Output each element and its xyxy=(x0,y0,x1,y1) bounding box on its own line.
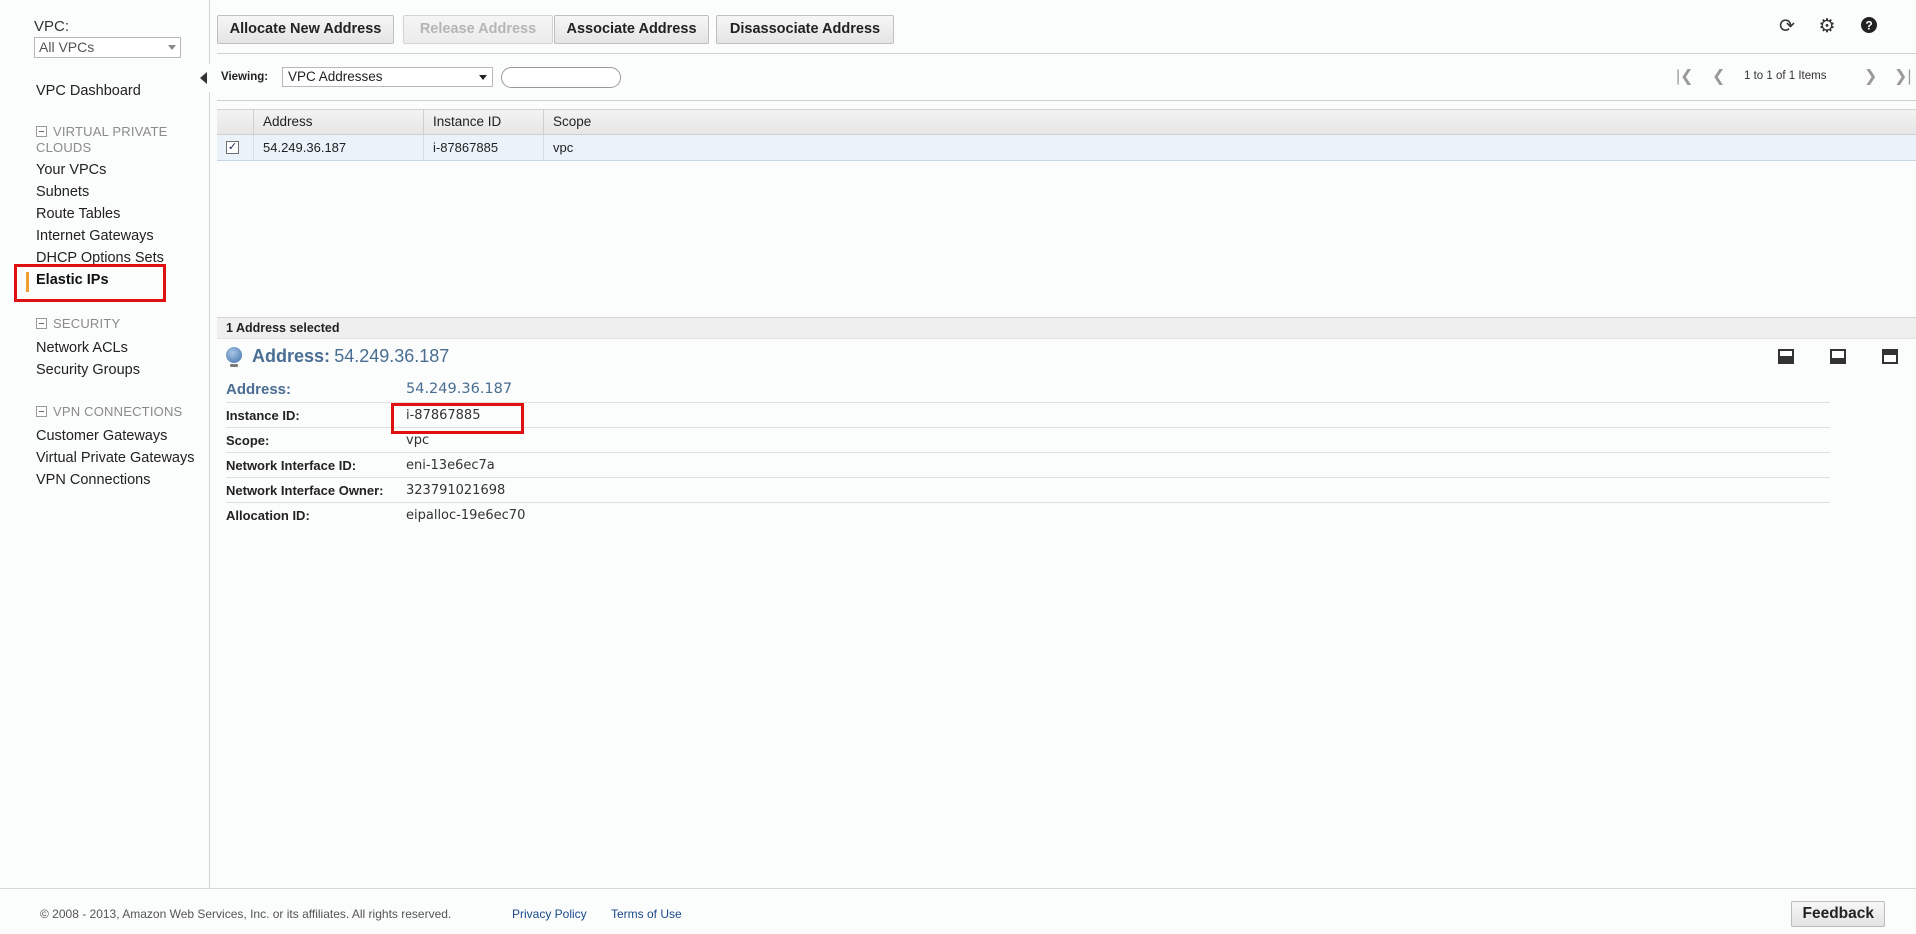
sidebar-item-route-tables[interactable]: Route Tables xyxy=(36,206,120,222)
sidebar: VPC: All VPCs VPC Dashboard VIRTUAL PRIV… xyxy=(0,0,210,888)
column-header-scope[interactable]: Scope xyxy=(543,110,1916,135)
release-address-button[interactable]: Release Address xyxy=(403,15,553,44)
detail-value: 323791021698 xyxy=(406,483,506,498)
associate-address-button[interactable]: Associate Address xyxy=(554,15,709,44)
last-page-icon[interactable]: ❯| xyxy=(1894,67,1912,87)
detail-label: Instance ID: xyxy=(226,408,300,423)
table-row[interactable]: ✓ 54.249.36.187 i-87867885 vpc xyxy=(217,135,1916,161)
first-page-icon[interactable]: |❮ xyxy=(1676,67,1694,87)
minus-box-icon[interactable] xyxy=(36,126,47,137)
prev-page-icon[interactable]: ❮ xyxy=(1712,67,1725,87)
refresh-icon[interactable]: ⟳ xyxy=(1776,16,1798,38)
copyright-text: © 2008 - 2013, Amazon Web Services, Inc.… xyxy=(40,907,452,921)
detail-title-label: Address: xyxy=(252,346,331,366)
detail-value: eipalloc-19e6ec70 xyxy=(406,508,526,523)
sidebar-item-vpn-connections[interactable]: VPN Connections xyxy=(36,472,150,488)
detail-label: Allocation ID: xyxy=(226,508,310,523)
sidebar-item-customer-gateways[interactable]: Customer Gateways xyxy=(36,428,167,444)
globe-icon xyxy=(226,347,242,367)
nav-group-security[interactable]: SECURITY xyxy=(36,316,120,332)
addresses-table: Address Instance ID Scope ✓ 54.249.36.18… xyxy=(217,109,1916,161)
detail-title-value: 54.249.36.187 xyxy=(334,346,450,366)
column-header-address[interactable]: Address xyxy=(253,110,423,135)
chevron-down-icon xyxy=(168,45,176,50)
pagination: |❮ ❮ 1 to 1 of 1 Items ❯ ❯| xyxy=(1676,67,1916,87)
viewing-label: Viewing: xyxy=(221,71,269,83)
terms-of-use-link[interactable]: Terms of Use xyxy=(611,907,682,921)
vpc-filter-value: All VPCs xyxy=(39,39,95,55)
pager-text: 1 to 1 of 1 Items xyxy=(1744,70,1827,82)
row-checkbox[interactable]: ✓ xyxy=(226,141,239,154)
selection-status[interactable]: 1 Address selected xyxy=(217,317,1916,339)
nav-group-vpn-connections[interactable]: VPN CONNECTIONS xyxy=(36,404,182,420)
disassociate-address-button[interactable]: Disassociate Address xyxy=(716,15,894,44)
table-header: Address Instance ID Scope xyxy=(217,109,1916,135)
sidebar-item-network-acls[interactable]: Network ACLs xyxy=(36,340,128,356)
vpc-filter-label: VPC: xyxy=(34,18,70,35)
collapse-sidebar-icon[interactable] xyxy=(196,64,210,92)
detail-row-allocation-id: Allocation ID: eipalloc-19e6ec70 xyxy=(226,503,1830,528)
detail-value: eni-13e6ec7a xyxy=(406,458,495,473)
minus-box-icon[interactable] xyxy=(36,406,47,417)
gear-icon[interactable]: ⚙ xyxy=(1816,16,1838,38)
next-page-icon[interactable]: ❯ xyxy=(1864,67,1877,87)
detail-row-scope: Scope: vpc xyxy=(226,428,1830,453)
detail-label: Address: xyxy=(226,381,292,398)
detail-title: Address: 54.249.36.187 xyxy=(226,346,449,370)
detail-row-address: Address: 54.249.36.187 xyxy=(226,378,1830,403)
detail-value: vpc xyxy=(406,433,430,448)
minus-box-icon[interactable] xyxy=(36,318,47,329)
cell-instance-id: i-87867885 xyxy=(423,135,543,160)
column-header-instance-id[interactable]: Instance ID xyxy=(423,110,543,135)
feedback-button[interactable]: Feedback xyxy=(1791,901,1885,927)
viewing-select[interactable]: VPC Addresses xyxy=(282,67,493,87)
detail-row-network-interface-id: Network Interface ID: eni-13e6ec7a xyxy=(226,453,1830,478)
allocate-new-address-button[interactable]: Allocate New Address xyxy=(217,15,394,44)
footer: © 2008 - 2013, Amazon Web Services, Inc.… xyxy=(0,888,1916,934)
pane-top-icon[interactable] xyxy=(1882,349,1898,364)
vpc-filter-select[interactable]: All VPCs xyxy=(34,37,181,58)
cell-address: 54.249.36.187 xyxy=(253,135,423,160)
pane-layout-icons xyxy=(1778,349,1898,365)
pane-half-icon[interactable] xyxy=(1830,349,1846,364)
privacy-policy-link[interactable]: Privacy Policy xyxy=(512,907,587,921)
highlight-box-elastic-ips xyxy=(14,264,166,302)
viewing-divider xyxy=(217,100,1916,101)
pane-bottom-icon[interactable] xyxy=(1778,349,1794,364)
svg-text:?: ? xyxy=(1865,19,1872,33)
cell-scope: vpc xyxy=(543,135,1916,160)
detail-label: Network Interface ID: xyxy=(226,458,357,473)
search-input[interactable] xyxy=(501,67,621,88)
sidebar-item-your-vpcs[interactable]: Your VPCs xyxy=(36,162,106,178)
toolbar-divider xyxy=(217,53,1916,54)
viewing-select-value: VPC Addresses xyxy=(288,69,383,84)
sidebar-item-subnets[interactable]: Subnets xyxy=(36,184,89,200)
sidebar-item-vpc-dashboard[interactable]: VPC Dashboard xyxy=(36,83,141,99)
toolbar-icons: ⟳ ⚙ ? xyxy=(1776,16,1886,38)
detail-row-network-interface-owner: Network Interface Owner: 323791021698 xyxy=(226,478,1830,503)
detail-label: Network Interface Owner: xyxy=(226,483,384,498)
sidebar-item-internet-gateways[interactable]: Internet Gateways xyxy=(36,228,154,244)
detail-value: 54.249.36.187 xyxy=(406,381,513,397)
nav-group-virtual-private-clouds[interactable]: VIRTUAL PRIVATE CLOUDS xyxy=(36,124,186,156)
help-icon[interactable]: ? xyxy=(1858,16,1880,38)
detail-label: Scope: xyxy=(226,433,270,448)
chevron-down-icon xyxy=(479,75,487,80)
sidebar-item-security-groups[interactable]: Security Groups xyxy=(36,362,140,378)
sidebar-item-virtual-private-gateways[interactable]: Virtual Private Gateways xyxy=(36,450,195,466)
